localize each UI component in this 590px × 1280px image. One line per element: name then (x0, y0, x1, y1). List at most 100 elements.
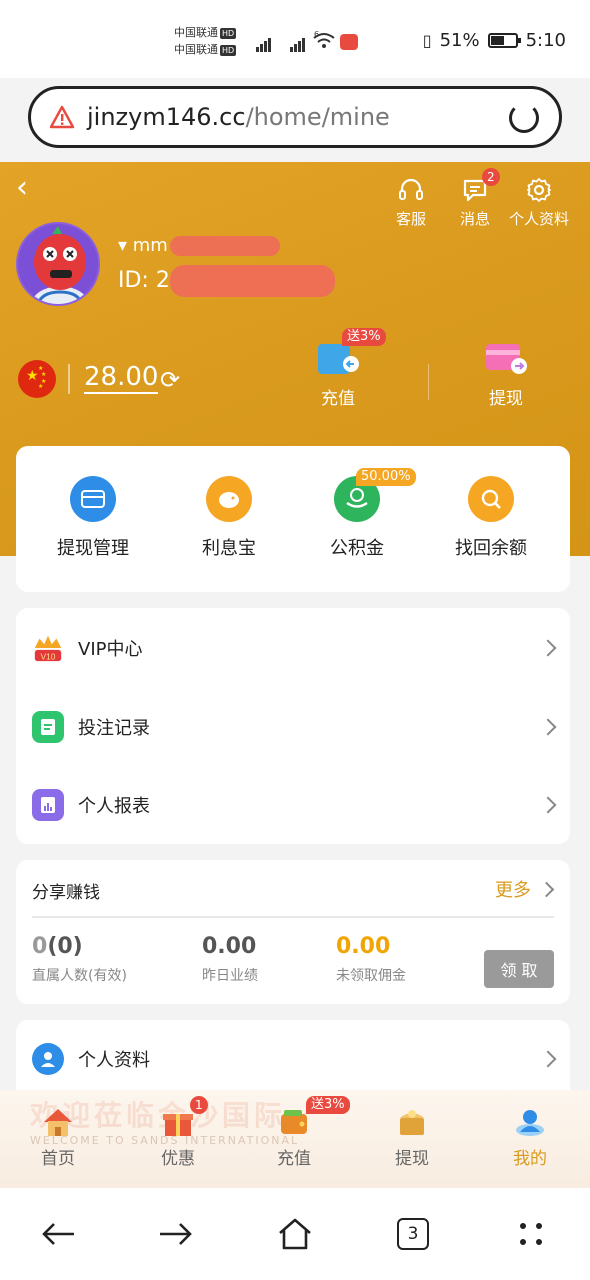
reload-icon[interactable] (509, 103, 539, 133)
divider (68, 364, 70, 394)
status-right: ▯ 51% 5:10 (423, 30, 566, 51)
tab-withdraw[interactable]: 提现 (372, 1104, 452, 1169)
interest-treasure-button[interactable]: 利息宝 (160, 476, 298, 560)
clock: 5:10 (525, 30, 566, 51)
address-bar[interactable]: jinzym146.cc/home/mine (28, 86, 562, 148)
betting-records-label: 投注记录 (78, 718, 150, 739)
personal-report-row[interactable]: 个人报表 (16, 766, 570, 844)
yesterday-performance-stat: 0.00 昨日业绩 (202, 934, 258, 985)
user-icon (32, 1043, 64, 1075)
vip-center-row[interactable]: V10 VIP中心 (16, 609, 570, 687)
customer-service-button[interactable]: 客服 (376, 176, 446, 229)
divider (32, 916, 554, 918)
battery-percent: 51% (439, 30, 480, 51)
stat-value-effective: (0) (47, 934, 83, 959)
betting-records-row[interactable]: 投注记录 (16, 688, 570, 766)
vip-level-text: V10 (40, 651, 55, 661)
clipboard-icon (32, 711, 64, 743)
vibrate-icon: ▯ (422, 31, 432, 50)
user-icon (516, 1110, 544, 1136)
recover-balance-label: 找回余额 (455, 538, 527, 559)
tab-promotions[interactable]: 优惠 (138, 1104, 218, 1169)
url-host: jinzym146.cc (87, 103, 246, 131)
recharge-button[interactable]: 充值 (298, 342, 378, 409)
share-earn-card: 分享赚钱 更多 0(0) 直属人数(有效) 0.00 昨日业绩 0.00 未领取… (16, 860, 570, 1004)
personal-info-button[interactable]: 个人资料 (504, 176, 574, 229)
chevron-right-icon (539, 718, 557, 736)
card-icon (70, 476, 116, 522)
share-title: 分享赚钱 (32, 883, 100, 903)
headset-icon (399, 178, 423, 200)
username-text: mm (132, 235, 168, 256)
stat-value: 0.00 (202, 934, 257, 959)
more-label: 更多 (495, 880, 531, 901)
claim-button[interactable]: 领 取 (484, 950, 554, 988)
personal-info-label: 个人资料 (508, 210, 569, 228)
chevron-right-icon (539, 1050, 557, 1068)
back-arrow-icon[interactable] (38, 1214, 78, 1254)
avatar-image (18, 224, 98, 304)
messages-label: 消息 (459, 210, 490, 228)
withdraw-icon (486, 344, 527, 374)
piggy-bank-icon (206, 476, 252, 522)
customer-service-label: 客服 (395, 210, 426, 228)
search-icon (468, 476, 514, 522)
crown-icon: V10 (32, 632, 64, 664)
tabs-button[interactable]: 3 (393, 1214, 433, 1254)
treasure-icon (400, 1110, 424, 1135)
stat-label: 直属人数(有效) (32, 968, 127, 984)
username: ▾ mm (118, 235, 168, 256)
chevron-right-icon (539, 639, 557, 657)
messages-button[interactable]: 消息 (440, 176, 510, 229)
recharge-label: 充值 (321, 389, 355, 409)
url-path: /home/mine (245, 103, 390, 131)
refresh-balance-icon[interactable]: ⟳ (160, 366, 180, 394)
china-flag-icon: ★ ★ ★ ★ ★ (18, 360, 56, 398)
stat-label: 未领取佣金 (336, 968, 406, 984)
hd-icon: HD (220, 44, 237, 56)
recover-balance-button[interactable]: 找回余额 (422, 476, 560, 560)
redaction-mark (170, 265, 335, 297)
personal-info-row[interactable]: 个人资料 (16, 1020, 570, 1098)
more-link[interactable]: 更多 (495, 876, 555, 902)
more-options-icon[interactable] (511, 1214, 551, 1254)
carrier-1: 中国联通 (174, 26, 218, 39)
forward-arrow-icon[interactable] (156, 1214, 196, 1254)
provident-fund-label: 公积金 (330, 538, 384, 559)
signal-icon (290, 33, 306, 52)
tab-home-label: 首页 (41, 1149, 75, 1169)
withdraw-button[interactable]: 提现 (466, 342, 546, 409)
report-icon (32, 789, 64, 821)
user-id: ID: 2 (118, 268, 170, 293)
provident-fund-button[interactable]: 公积金 (288, 476, 426, 560)
divider (428, 364, 429, 400)
hd-icon: HD (220, 27, 237, 39)
avatar[interactable] (16, 222, 100, 306)
vip-center-label: VIP中心 (78, 639, 143, 660)
chevron-right-icon (538, 881, 555, 897)
redaction-mark (170, 236, 280, 256)
url-text[interactable]: jinzym146.cc/home/mine (87, 103, 390, 131)
balance-amount: 28.00 (84, 362, 159, 394)
withdraw-label: 提现 (489, 389, 523, 409)
back-icon[interactable]: ‹ (16, 173, 28, 203)
personal-info-row-label: 个人资料 (78, 1050, 150, 1071)
interest-treasure-label: 利息宝 (202, 538, 256, 559)
home-button-icon[interactable] (275, 1214, 315, 1254)
promotions-badge: 1 (190, 1096, 208, 1114)
messages-badge: 2 (482, 168, 500, 186)
provident-fund-badge: 50.00% (356, 468, 416, 486)
carrier-info: 中国联通 HD 中国联通 HD (174, 24, 237, 58)
tab-count: 3 (397, 1218, 429, 1250)
tab-mine[interactable]: 我的 (490, 1104, 570, 1169)
stat-value: 0 (32, 934, 48, 959)
wifi-version: 6 (314, 30, 320, 39)
gear-icon (527, 178, 551, 202)
warning-icon[interactable] (49, 105, 75, 129)
stat-label: 昨日业绩 (202, 968, 258, 984)
status-bar: 中国联通 HD 中国联通 HD 6 ▯ 51% 5:10 (0, 0, 590, 78)
tab-home[interactable]: 首页 (18, 1104, 98, 1169)
quick-actions-card: 提现管理 利息宝 公积金 50.00% 找回余额 (16, 446, 570, 592)
personal-report-label: 个人报表 (78, 796, 150, 817)
withdraw-management-button[interactable]: 提现管理 (24, 476, 162, 560)
